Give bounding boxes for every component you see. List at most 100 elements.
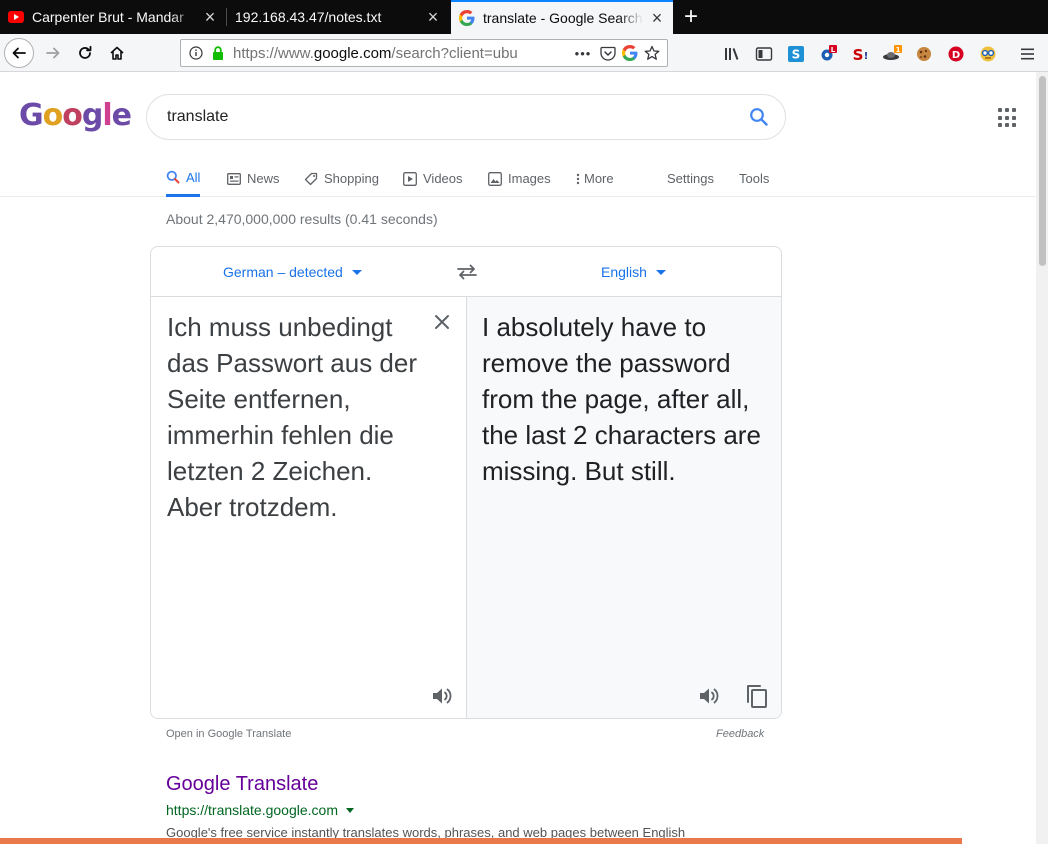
extension-badge: L xyxy=(831,46,836,54)
caret-down-icon[interactable] xyxy=(346,807,354,813)
info-icon[interactable] xyxy=(185,42,207,64)
tab-label: Images xyxy=(508,171,551,186)
translate-widget: German – detected English Ich muss unbed… xyxy=(150,246,782,719)
tab-notes[interactable]: 192.168.43.47/notes.txt × xyxy=(227,0,449,34)
back-button[interactable] xyxy=(4,38,34,68)
tab-label: News xyxy=(247,171,280,186)
source-language-select[interactable]: German – detected xyxy=(223,264,362,280)
arrow-left-icon xyxy=(12,47,26,59)
tab-label: Tools xyxy=(739,171,770,186)
avatar-extension-icon[interactable] xyxy=(978,44,998,64)
stylus-extension-icon[interactable]: S xyxy=(786,44,806,64)
home-button[interactable] xyxy=(102,38,132,68)
image-icon xyxy=(488,171,502,186)
extension-badge: 1 xyxy=(896,46,901,54)
youtube-icon xyxy=(8,9,24,25)
copy-icon[interactable] xyxy=(745,683,769,709)
svg-text:!: ! xyxy=(864,51,869,62)
tab-news[interactable]: News xyxy=(227,160,280,197)
logo-letter: o xyxy=(62,98,83,133)
library-icon[interactable] xyxy=(722,44,742,64)
target-language-label: English xyxy=(601,264,647,280)
tab-more[interactable]: More xyxy=(576,160,614,197)
translation-pane: I absolutely have to remove the password… xyxy=(467,297,781,718)
tab-videos[interactable]: Videos xyxy=(403,160,463,197)
tab-all[interactable]: All xyxy=(166,160,201,197)
tab-google-search[interactable]: translate - Google Search × xyxy=(451,0,673,34)
logo-letter: l xyxy=(102,98,112,133)
pocket-icon[interactable] xyxy=(597,42,619,64)
search-input[interactable]: translate xyxy=(167,108,739,126)
page-actions-icon[interactable]: ••• xyxy=(569,42,597,64)
sidebar-icon[interactable] xyxy=(754,44,774,64)
tab-youtube[interactable]: Carpenter Brut - Mandar × xyxy=(0,0,226,34)
tab-title: Carpenter Brut - Mandar xyxy=(32,9,184,25)
translated-text: I absolutely have to remove the password… xyxy=(482,312,761,486)
tag-icon xyxy=(304,172,318,186)
logo-letter: g xyxy=(81,98,104,133)
source-text[interactable]: Ich muss unbedingt das Passwort aus der … xyxy=(167,309,422,525)
search-icon[interactable] xyxy=(739,97,779,137)
tab-label: More xyxy=(584,171,614,186)
svg-text:S: S xyxy=(792,48,801,62)
page-scrollbar[interactable] xyxy=(1036,72,1048,844)
scroll-thumb[interactable] xyxy=(1039,76,1046,266)
lock-icon[interactable] xyxy=(207,42,229,64)
close-icon[interactable] xyxy=(431,311,453,333)
tab-tools[interactable]: Tools xyxy=(739,160,769,197)
result-title-link[interactable]: Google Translate xyxy=(166,773,318,796)
svg-text:D: D xyxy=(952,50,960,61)
caret-down-icon xyxy=(655,269,666,275)
google-results-page: Google translate All News Shopping Video… xyxy=(0,72,1048,844)
tab-label: Settings xyxy=(667,171,714,186)
reload-icon xyxy=(79,45,92,59)
tab-label: Videos xyxy=(423,171,463,186)
url-prefix: https://www. xyxy=(233,44,314,62)
d-extension-icon[interactable]: D xyxy=(946,44,966,64)
ufo-extension-icon[interactable]: 1 xyxy=(882,44,902,64)
open-in-translate-link[interactable]: Open in Google Translate xyxy=(166,728,291,740)
logo-letter: G xyxy=(19,98,44,133)
speaker-icon[interactable] xyxy=(697,684,721,708)
bookmark-star-icon[interactable] xyxy=(641,42,663,64)
target-language-select[interactable]: English xyxy=(601,264,666,280)
source-text-pane[interactable]: Ich muss unbedingt das Passwort aus der … xyxy=(151,297,467,718)
logo-letter: e xyxy=(111,98,132,133)
result-stats: About 2,470,000,000 results (0.41 second… xyxy=(166,211,438,227)
result-url-text: https://translate.google.com xyxy=(166,802,338,818)
stylish-extension-icon[interactable]: S! xyxy=(850,44,870,64)
arrow-right-icon xyxy=(46,47,60,59)
url-path: /search?client=ubu xyxy=(391,44,518,62)
search-tabs: All News Shopping Videos Images More Set… xyxy=(0,160,1036,197)
close-icon[interactable]: × xyxy=(649,8,665,28)
tab-images[interactable]: Images xyxy=(488,160,551,197)
caret-down-icon xyxy=(351,269,362,275)
swap-languages-icon[interactable] xyxy=(455,261,479,283)
forward-button[interactable] xyxy=(38,38,68,68)
tab-shopping[interactable]: Shopping xyxy=(304,160,379,197)
cookie-icon[interactable] xyxy=(914,44,934,64)
new-tab-button[interactable]: + xyxy=(676,2,706,32)
reload-button[interactable] xyxy=(70,38,100,68)
feedback-link[interactable]: Feedback xyxy=(716,728,764,740)
url-text[interactable]: https://www.google.com/search?client=ubu xyxy=(233,45,569,62)
search-icon xyxy=(166,170,180,184)
logo-letter: o xyxy=(42,98,64,133)
close-icon[interactable]: × xyxy=(202,7,218,27)
tab-settings[interactable]: Settings xyxy=(667,160,714,197)
google-g-icon[interactable] xyxy=(619,42,641,64)
news-icon xyxy=(227,172,241,185)
search-box[interactable]: translate xyxy=(146,94,786,140)
home-icon xyxy=(110,46,124,60)
tab-strip: Carpenter Brut - Mandar × 192.168.43.47/… xyxy=(0,0,1048,34)
google-apps-icon[interactable] xyxy=(998,108,1018,128)
svg-text:S: S xyxy=(853,46,864,63)
gear-extension-icon[interactable]: L xyxy=(818,44,838,64)
close-icon[interactable]: × xyxy=(425,7,441,27)
google-doodle-logo[interactable]: Google xyxy=(19,98,132,133)
language-selector-row: German – detected English xyxy=(151,247,781,297)
address-bar[interactable]: https://www.google.com/search?client=ubu… xyxy=(180,39,668,67)
speaker-icon[interactable] xyxy=(430,684,454,708)
result-url: https://translate.google.com xyxy=(166,802,354,818)
hamburger-menu-icon[interactable] xyxy=(1018,44,1038,64)
